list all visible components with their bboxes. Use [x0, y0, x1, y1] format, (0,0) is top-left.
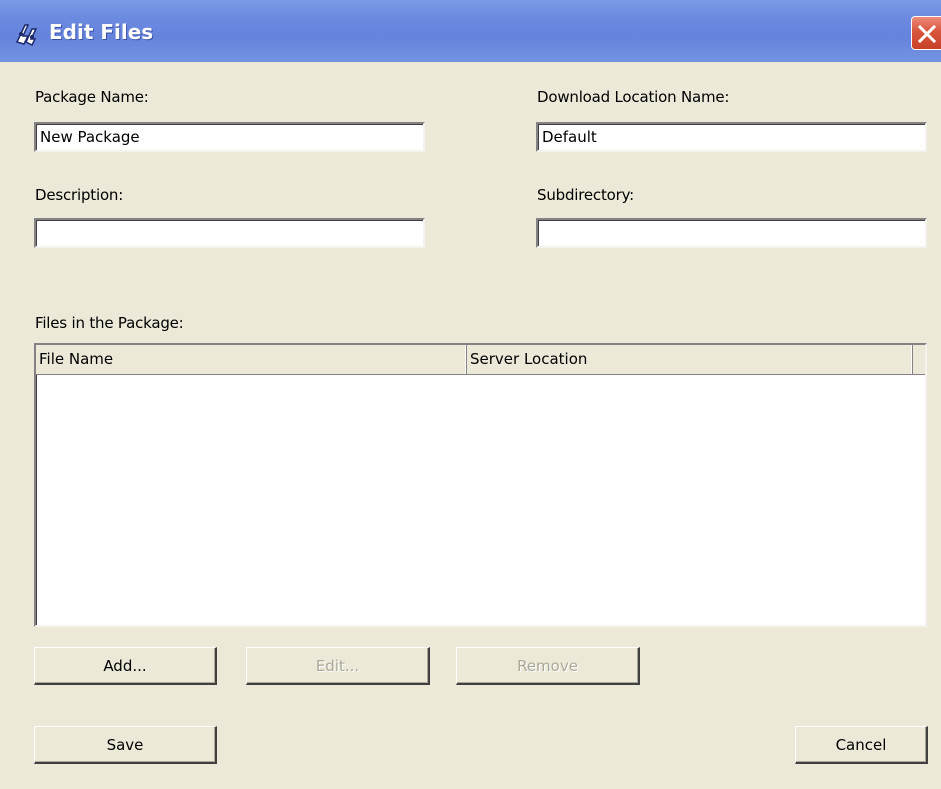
remove-button[interactable]: Remove — [456, 647, 640, 685]
package-name-input[interactable]: New Package — [34, 122, 425, 152]
files-in-package-label: Files in the Package: — [35, 314, 184, 332]
list-header: File Name Server Location — [36, 345, 925, 375]
close-button[interactable] — [911, 16, 941, 50]
package-name-label: Package Name: — [35, 88, 149, 106]
subdirectory-input[interactable] — [536, 218, 927, 248]
save-button[interactable]: Save — [34, 726, 217, 764]
cancel-button[interactable]: Cancel — [795, 726, 928, 764]
description-label: Description: — [35, 186, 124, 204]
edit-files-dialog: Edit Files Package Name: New Package Dow… — [0, 0, 941, 789]
download-location-name-input[interactable]: Default — [536, 122, 927, 152]
files-list[interactable]: File Name Server Location — [34, 343, 927, 627]
download-location-name-label: Download Location Name: — [537, 88, 730, 106]
column-header-file-name[interactable]: File Name — [36, 345, 467, 375]
description-input[interactable] — [34, 218, 425, 248]
window-title: Edit Files — [49, 20, 154, 44]
subdirectory-label: Subdirectory: — [537, 186, 635, 204]
edit-button[interactable]: Edit... — [246, 647, 430, 685]
app-icon — [14, 21, 40, 47]
column-header-server-location[interactable]: Server Location — [467, 345, 913, 375]
column-header-filler — [913, 345, 925, 375]
title-bar[interactable]: Edit Files — [0, 0, 941, 62]
add-button[interactable]: Add... — [34, 647, 217, 685]
